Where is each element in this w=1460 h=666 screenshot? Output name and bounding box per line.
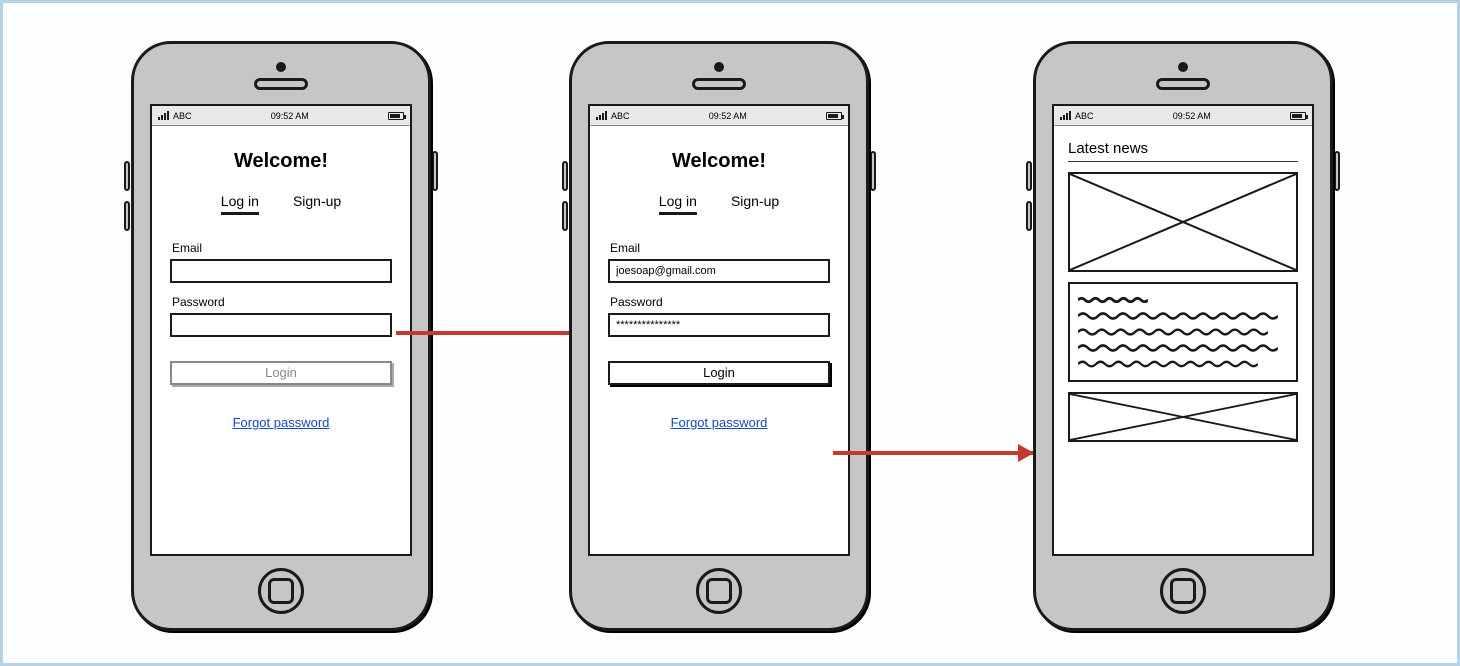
image-placeholder-icon	[1068, 172, 1298, 272]
tab-login[interactable]: Log in	[659, 193, 697, 215]
phone-mockup-login-empty: ABC 09:52 AM Welcome! Log in Sign-up Ema…	[131, 41, 431, 631]
forgot-password-link[interactable]: Forgot password	[170, 415, 392, 430]
phone-mockup-login-filled: ABC 09:52 AM Welcome! Log in Sign-up Ema…	[569, 41, 869, 631]
tab-signup[interactable]: Sign-up	[731, 193, 779, 215]
login-button[interactable]: Login	[170, 361, 392, 385]
status-time: 09:52 AM	[634, 111, 822, 121]
signal-icon	[1060, 111, 1071, 120]
password-input[interactable]	[608, 313, 830, 337]
flow-arrow-icon	[833, 451, 1033, 455]
image-placeholder-icon	[1068, 392, 1298, 442]
auth-tabs: Log in Sign-up	[170, 193, 392, 215]
home-button[interactable]	[258, 568, 304, 614]
volume-up-button	[1026, 161, 1032, 191]
home-button[interactable]	[696, 568, 742, 614]
signal-icon	[596, 111, 607, 120]
squiggle-line	[1078, 356, 1288, 366]
email-input[interactable]	[608, 259, 830, 283]
auth-tabs: Log in Sign-up	[608, 193, 830, 215]
power-button	[870, 151, 876, 191]
carrier-label: ABC	[173, 111, 192, 121]
volume-down-button	[124, 201, 130, 231]
squiggle-heading	[1078, 292, 1288, 302]
login-button[interactable]: Login	[608, 361, 830, 385]
speaker-slot	[692, 78, 746, 90]
status-bar: ABC 09:52 AM	[590, 106, 848, 126]
welcome-title: Welcome!	[608, 150, 830, 173]
tab-login[interactable]: Log in	[221, 193, 259, 215]
power-button	[1334, 151, 1340, 191]
camera-dot	[714, 62, 724, 72]
tab-signup[interactable]: Sign-up	[293, 193, 341, 215]
status-time: 09:52 AM	[1098, 111, 1286, 121]
phone-mockup-news-feed: ABC 09:52 AM Latest news	[1033, 41, 1333, 631]
status-bar: ABC 09:52 AM	[152, 106, 410, 126]
volume-up-button	[562, 161, 568, 191]
email-input[interactable]	[170, 259, 392, 283]
status-bar: ABC 09:52 AM	[1054, 106, 1312, 126]
forgot-password-link[interactable]: Forgot password	[608, 415, 830, 430]
password-input[interactable]	[170, 313, 392, 337]
home-button[interactable]	[1160, 568, 1206, 614]
battery-icon	[1290, 112, 1306, 120]
squiggle-line	[1078, 340, 1288, 350]
camera-dot	[276, 62, 286, 72]
speaker-slot	[1156, 78, 1210, 90]
status-time: 09:52 AM	[196, 111, 384, 121]
wireframe-flow-diagram: ABC 09:52 AM Welcome! Log in Sign-up Ema…	[3, 3, 1457, 663]
battery-icon	[388, 112, 404, 120]
carrier-label: ABC	[1075, 111, 1094, 121]
squiggle-line	[1078, 308, 1288, 318]
welcome-title: Welcome!	[170, 150, 392, 173]
volume-up-button	[124, 161, 130, 191]
email-label: Email	[610, 241, 828, 255]
text-placeholder	[1068, 282, 1298, 382]
password-label: Password	[172, 295, 390, 309]
email-label: Email	[172, 241, 390, 255]
volume-down-button	[1026, 201, 1032, 231]
camera-dot	[1178, 62, 1188, 72]
battery-icon	[826, 112, 842, 120]
phone-screen: ABC 09:52 AM Latest news	[1052, 104, 1314, 556]
news-title: Latest news	[1068, 140, 1298, 162]
signal-icon	[158, 111, 169, 120]
squiggle-line	[1078, 324, 1288, 334]
phone-screen: ABC 09:52 AM Welcome! Log in Sign-up Ema…	[588, 104, 850, 556]
power-button	[432, 151, 438, 191]
carrier-label: ABC	[611, 111, 630, 121]
speaker-slot	[254, 78, 308, 90]
password-label: Password	[610, 295, 828, 309]
flow-arrow-icon	[396, 331, 596, 335]
phone-screen: ABC 09:52 AM Welcome! Log in Sign-up Ema…	[150, 104, 412, 556]
volume-down-button	[562, 201, 568, 231]
